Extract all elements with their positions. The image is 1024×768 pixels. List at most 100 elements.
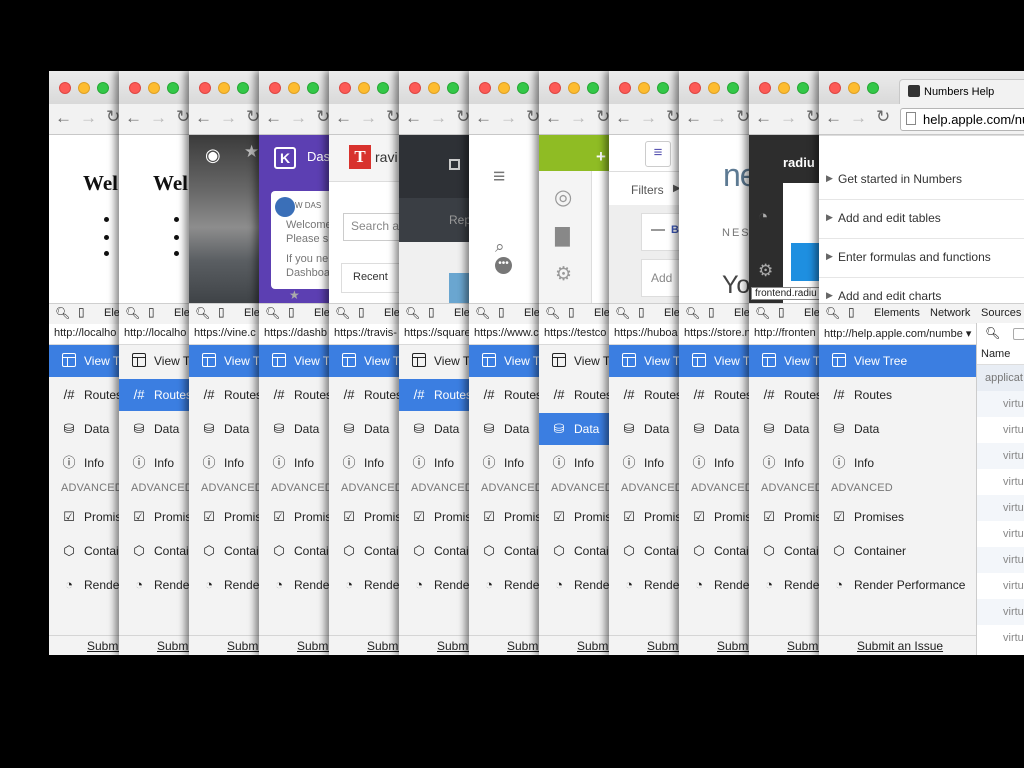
submit-issue-link[interactable]: Submi xyxy=(297,639,329,653)
inspected-url[interactable]: https://vine.c xyxy=(189,324,259,345)
search-icon[interactable]: 🔍︎ xyxy=(55,306,70,320)
sidebar-item-render[interactable]: ◔ Render xyxy=(119,569,189,601)
search-icon[interactable]: 🔍︎ xyxy=(405,306,420,320)
device-icon[interactable]: ▯ xyxy=(78,305,85,319)
zoom-window-button[interactable] xyxy=(797,82,809,94)
minimize-window-button[interactable] xyxy=(428,82,440,94)
zoom-window-button[interactable] xyxy=(587,82,599,94)
zoom-window-button[interactable] xyxy=(727,82,739,94)
search-icon[interactable]: ⌕ xyxy=(495,237,505,257)
close-window-button[interactable] xyxy=(199,82,211,94)
sidebar-item-promises[interactable]: ☑ Promis xyxy=(399,501,469,533)
name-column-header[interactable]: Name xyxy=(977,344,1024,365)
elements-tab[interactable]: Ele xyxy=(594,307,609,319)
sidebar-item-render[interactable]: ◔ Render xyxy=(469,569,539,601)
forward-arrow-icon[interactable]: → xyxy=(220,108,237,128)
sidebar-item-promises[interactable]: ☑ Promis xyxy=(329,501,399,533)
submit-issue-link[interactable]: Submi xyxy=(227,639,259,653)
network-row[interactable]: virtu xyxy=(977,625,1024,651)
device-icon[interactable]: ▯ xyxy=(638,305,645,319)
sidebar-item-render[interactable]: ◔ Render Performance xyxy=(819,569,976,601)
zoom-window-button[interactable] xyxy=(167,82,179,94)
close-window-button[interactable] xyxy=(59,82,71,94)
minimize-window-button[interactable] xyxy=(78,82,90,94)
device-icon[interactable]: ▯ xyxy=(428,305,435,319)
more-icon[interactable]: ••• xyxy=(495,257,512,274)
sidebar-item-view-tree[interactable]: View T xyxy=(749,345,819,377)
back-arrow-icon[interactable]: ← xyxy=(125,108,142,128)
forward-arrow-icon[interactable]: → xyxy=(430,108,447,128)
network-row[interactable]: virtu xyxy=(977,469,1024,495)
sidebar-item-data[interactable]: ⛁ Data xyxy=(469,413,539,445)
zoom-window-button[interactable] xyxy=(97,82,109,94)
sidebar-item-render[interactable]: ◔ Render xyxy=(189,569,259,601)
inspected-url[interactable]: https://square xyxy=(399,324,469,345)
sidebar-item-data[interactable]: ⛁ Data xyxy=(329,413,399,445)
device-icon[interactable]: ▯ xyxy=(358,305,365,319)
minimize-window-button[interactable] xyxy=(848,82,860,94)
sidebar-item-info[interactable]: ⓘ Info xyxy=(259,447,329,479)
search-icon[interactable]: 🔍︎ xyxy=(985,326,1000,340)
close-window-button[interactable] xyxy=(409,82,421,94)
network-tab[interactable]: Network xyxy=(930,307,970,319)
network-row[interactable]: virtu xyxy=(977,573,1024,599)
reload-icon[interactable]: ↻ xyxy=(176,107,189,127)
search-icon[interactable]: 🔍︎ xyxy=(545,306,560,320)
back-arrow-icon[interactable]: ← xyxy=(755,108,772,128)
elements-tab[interactable]: Ele xyxy=(244,307,259,319)
sidebar-item-promises[interactable]: ☑ Promis xyxy=(749,501,819,533)
close-window-button[interactable] xyxy=(479,82,491,94)
close-window-button[interactable] xyxy=(689,82,701,94)
sidebar-item-info[interactable]: ⓘ Info xyxy=(49,447,119,479)
minimize-window-button[interactable] xyxy=(218,82,230,94)
inspected-url[interactable]: https://travis- xyxy=(329,324,399,345)
elements-tab[interactable]: Ele xyxy=(664,307,679,319)
reload-icon[interactable]: ↻ xyxy=(386,107,399,127)
sidebar-item-routes[interactable]: /# Routes xyxy=(329,379,399,411)
sidebar-item-routes[interactable]: /# Routes xyxy=(749,379,819,411)
network-row[interactable]: virtu xyxy=(977,391,1024,417)
sidebar-item-promises[interactable]: ☑ Promis xyxy=(259,501,329,533)
minimize-window-button[interactable] xyxy=(778,82,790,94)
inspected-url[interactable]: https://store.n xyxy=(679,324,749,345)
minimize-window-button[interactable] xyxy=(498,82,510,94)
sidebar-item-container[interactable]: ⬡ Contai xyxy=(469,535,539,567)
sidebar-item-data[interactable]: ⛁ Data xyxy=(539,413,609,445)
submit-issue-link[interactable]: Submi xyxy=(507,639,539,653)
checkbox[interactable] xyxy=(1013,328,1024,340)
zoom-window-button[interactable] xyxy=(377,82,389,94)
sidebar-item-view-tree[interactable]: View T xyxy=(119,345,189,377)
reload-icon[interactable]: ↻ xyxy=(666,107,679,127)
sidebar-item-info[interactable]: ⓘ Info xyxy=(679,447,749,479)
sources-tab[interactable]: Sources xyxy=(981,307,1021,319)
sidebar-item-info[interactable]: ⓘ Info xyxy=(189,447,259,479)
sidebar-item-info[interactable]: ⓘ Info xyxy=(329,447,399,479)
sidebar-item-data[interactable]: ⛁ Data xyxy=(49,413,119,445)
forward-arrow-icon[interactable]: → xyxy=(80,108,97,128)
search-icon[interactable]: 🔍︎ xyxy=(755,306,770,320)
back-arrow-icon[interactable]: ← xyxy=(475,108,492,128)
forward-arrow-icon[interactable]: → xyxy=(150,108,167,128)
sidebar-item-render[interactable]: ◔ Render xyxy=(329,569,399,601)
inspected-url[interactable]: https://dashb xyxy=(259,324,329,345)
inspected-url[interactable]: http://localho xyxy=(49,324,119,345)
sidebar-item-promises[interactable]: ☑ Promis xyxy=(469,501,539,533)
sidebar-item-promises[interactable]: ☑ Promises xyxy=(819,501,976,533)
inspected-url[interactable]: http://localho xyxy=(119,324,189,345)
help-topic[interactable]: ▶ Enter formulas and functions xyxy=(819,238,1024,278)
reload-icon[interactable]: ↻ xyxy=(596,107,609,127)
zoom-window-button[interactable] xyxy=(447,82,459,94)
back-arrow-icon[interactable]: ← xyxy=(265,108,282,128)
sidebar-item-view-tree[interactable]: View T xyxy=(399,345,469,377)
reload-icon[interactable]: ↻ xyxy=(736,107,749,127)
sidebar-item-view-tree[interactable]: View T xyxy=(189,345,259,377)
reload-icon[interactable]: ↻ xyxy=(246,107,259,127)
sidebar-item-data[interactable]: ⛁ Data xyxy=(259,413,329,445)
elements-tab[interactable]: Ele xyxy=(734,307,749,319)
close-window-button[interactable] xyxy=(759,82,771,94)
device-icon[interactable]: ▯ xyxy=(778,305,785,319)
minimize-window-button[interactable] xyxy=(708,82,720,94)
minimize-window-button[interactable] xyxy=(148,82,160,94)
submit-issue-link[interactable]: Submi xyxy=(787,639,819,653)
inspected-url[interactable]: http://help.apple.com/numbe ▾ xyxy=(819,324,976,345)
